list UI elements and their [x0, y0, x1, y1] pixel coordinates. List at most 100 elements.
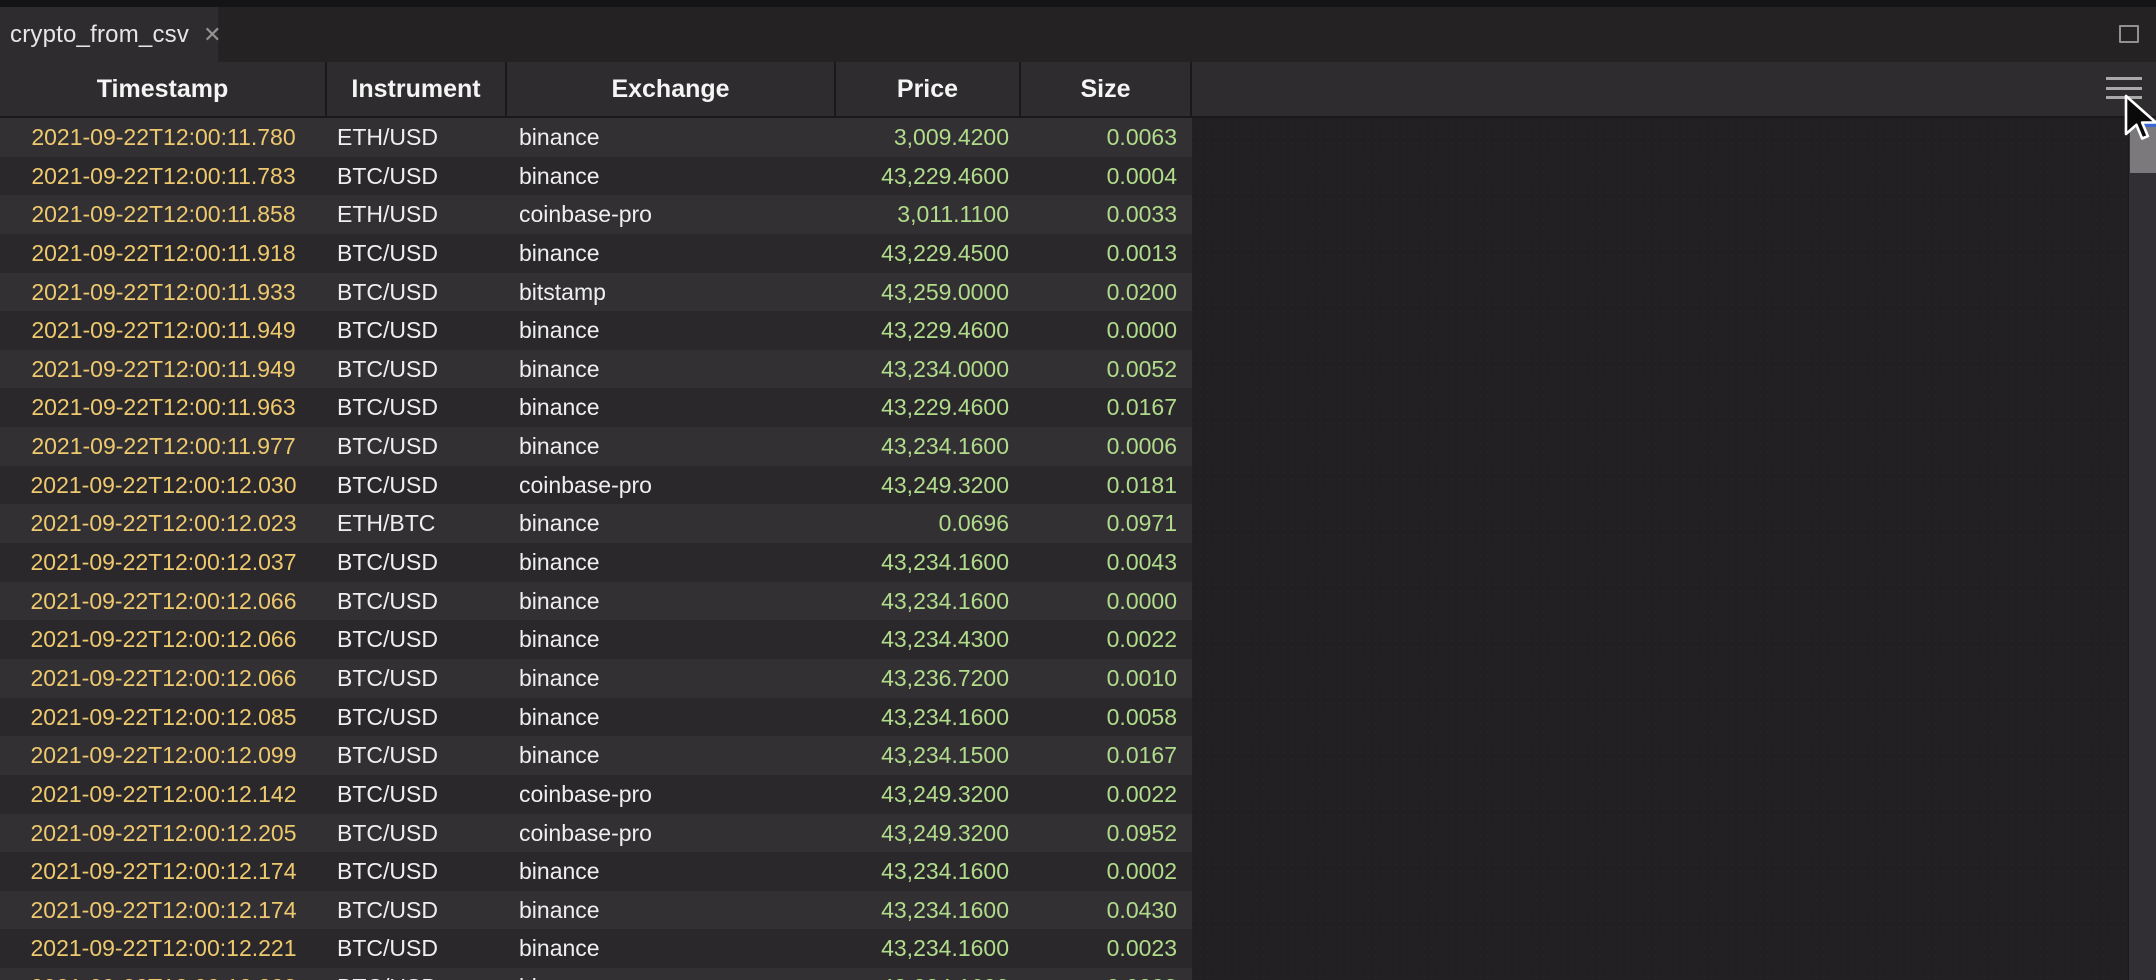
vertical-scrollbar[interactable] [2128, 118, 2156, 980]
cell-price: 43,229.4600 [836, 311, 1021, 350]
cell-timestamp: 2021-09-22T12:00:12.228 [0, 968, 327, 980]
cell-size: 0.0167 [1021, 388, 1192, 427]
cell-timestamp: 2021-09-22T12:00:12.066 [0, 582, 327, 621]
table-row[interactable]: 2021-09-22T12:00:11.949 BTC/USD binance … [0, 311, 1192, 350]
cell-timestamp: 2021-09-22T12:00:12.023 [0, 504, 327, 543]
cell-timestamp: 2021-09-22T12:00:12.085 [0, 698, 327, 737]
table-row[interactable]: 2021-09-22T12:00:12.030 BTC/USD coinbase… [0, 466, 1192, 505]
table-row[interactable]: 2021-09-22T12:00:12.228 BTC/USD binance … [0, 968, 1192, 980]
cell-instrument: BTC/USD [327, 273, 507, 312]
table-row[interactable]: 2021-09-22T12:00:11.963 BTC/USD binance … [0, 388, 1192, 427]
scroll-thumb[interactable] [2130, 127, 2156, 173]
cell-exchange: binance [507, 968, 836, 980]
cell-exchange: coinbase-pro [507, 195, 836, 234]
cell-exchange: binance [507, 929, 836, 968]
restore-box-icon[interactable] [2119, 25, 2139, 43]
cell-exchange: binance [507, 427, 836, 466]
cell-price: 43,249.3200 [836, 466, 1021, 505]
column-header-instrument[interactable]: Instrument [327, 62, 507, 116]
cell-price: 43,234.1600 [836, 582, 1021, 621]
cell-exchange: binance [507, 504, 836, 543]
cell-exchange: binance [507, 311, 836, 350]
cell-price: 3,009.4200 [836, 118, 1021, 157]
cell-exchange: binance [507, 388, 836, 427]
table-row[interactable]: 2021-09-22T12:00:12.205 BTC/USD coinbase… [0, 814, 1192, 853]
cell-timestamp: 2021-09-22T12:00:12.066 [0, 620, 327, 659]
table-row[interactable]: 2021-09-22T12:00:12.066 BTC/USD binance … [0, 620, 1192, 659]
cell-size: 0.0971 [1021, 504, 1192, 543]
cell-instrument: BTC/USD [327, 388, 507, 427]
cell-instrument: BTC/USD [327, 891, 507, 930]
cell-instrument: BTC/USD [327, 814, 507, 853]
cell-price: 43,234.1600 [836, 852, 1021, 891]
cell-size: 0.0167 [1021, 736, 1192, 775]
cell-instrument: BTC/USD [327, 234, 507, 273]
cell-timestamp: 2021-09-22T12:00:11.780 [0, 118, 327, 157]
cell-size: 0.0004 [1021, 157, 1192, 196]
table-row[interactable]: 2021-09-22T12:00:11.949 BTC/USD binance … [0, 350, 1192, 389]
cell-timestamp: 2021-09-22T12:00:12.030 [0, 466, 327, 505]
cell-exchange: coinbase-pro [507, 775, 836, 814]
cell-instrument: BTC/USD [327, 775, 507, 814]
cell-timestamp: 2021-09-22T12:00:11.933 [0, 273, 327, 312]
table-row[interactable]: 2021-09-22T12:00:12.142 BTC/USD coinbase… [0, 775, 1192, 814]
table-row[interactable]: 2021-09-22T12:00:12.174 BTC/USD binance … [0, 852, 1192, 891]
table-row[interactable]: 2021-09-22T12:00:11.780 ETH/USD binance … [0, 118, 1192, 157]
table-row[interactable]: 2021-09-22T12:00:12.174 BTC/USD binance … [0, 891, 1192, 930]
cell-exchange: binance [507, 350, 836, 389]
cell-price: 43,249.3200 [836, 814, 1021, 853]
cell-instrument: BTC/USD [327, 620, 507, 659]
cell-timestamp: 2021-09-22T12:00:12.099 [0, 736, 327, 775]
cell-price: 43,236.7200 [836, 659, 1021, 698]
cell-exchange: binance [507, 582, 836, 621]
cell-price: 43,234.1600 [836, 698, 1021, 737]
cell-timestamp: 2021-09-22T12:00:11.783 [0, 157, 327, 196]
cell-exchange: coinbase-pro [507, 814, 836, 853]
cell-exchange: binance [507, 543, 836, 582]
column-header-price[interactable]: Price [836, 62, 1021, 116]
table-row[interactable]: 2021-09-22T12:00:11.977 BTC/USD binance … [0, 427, 1192, 466]
table-row[interactable]: 2021-09-22T12:00:12.221 BTC/USD binance … [0, 929, 1192, 968]
tab-crypto-from-csv[interactable]: crypto_from_csv ✕ [0, 7, 218, 62]
cell-timestamp: 2021-09-22T12:00:12.037 [0, 543, 327, 582]
column-header-size[interactable]: Size [1021, 62, 1192, 116]
table-row[interactable]: 2021-09-22T12:00:11.783 BTC/USD binance … [0, 157, 1192, 196]
cell-size: 0.0052 [1021, 350, 1192, 389]
table-row[interactable]: 2021-09-22T12:00:11.918 BTC/USD binance … [0, 234, 1192, 273]
table-row[interactable]: 2021-09-22T12:00:12.023 ETH/BTC binance … [0, 504, 1192, 543]
cell-instrument: BTC/USD [327, 466, 507, 505]
cell-exchange: binance [507, 852, 836, 891]
table-row[interactable]: 2021-09-22T12:00:12.037 BTC/USD binance … [0, 543, 1192, 582]
column-header-timestamp[interactable]: Timestamp [0, 62, 327, 116]
cell-exchange: bitstamp [507, 273, 836, 312]
cell-instrument: BTC/USD [327, 350, 507, 389]
cell-price: 43,234.1600 [836, 968, 1021, 980]
cell-instrument: ETH/BTC [327, 504, 507, 543]
cell-instrument: BTC/USD [327, 852, 507, 891]
cell-exchange: coinbase-pro [507, 466, 836, 505]
cell-price: 43,234.1600 [836, 427, 1021, 466]
table-row[interactable]: 2021-09-22T12:00:12.099 BTC/USD binance … [0, 736, 1192, 775]
cell-timestamp: 2021-09-22T12:00:11.918 [0, 234, 327, 273]
table-row[interactable]: 2021-09-22T12:00:11.858 ETH/USD coinbase… [0, 195, 1192, 234]
cell-size: 0.0181 [1021, 466, 1192, 505]
tab-close-icon[interactable]: ✕ [203, 24, 221, 46]
tab-bar: crypto_from_csv ✕ [0, 7, 2156, 62]
table-row[interactable]: 2021-09-22T12:00:12.066 BTC/USD binance … [0, 582, 1192, 621]
table-row[interactable]: 2021-09-22T12:00:12.085 BTC/USD binance … [0, 698, 1192, 737]
cell-price: 43,234.1600 [836, 543, 1021, 582]
table-row[interactable]: 2021-09-22T12:00:11.933 BTC/USD bitstamp… [0, 273, 1192, 312]
cell-size: 0.0200 [1021, 273, 1192, 312]
cell-exchange: binance [507, 118, 836, 157]
menu-hamburger-icon[interactable] [2106, 77, 2142, 99]
table-row[interactable]: 2021-09-22T12:00:12.066 BTC/USD binance … [0, 659, 1192, 698]
cell-instrument: BTC/USD [327, 157, 507, 196]
cell-exchange: binance [507, 234, 836, 273]
cell-instrument: BTC/USD [327, 968, 507, 980]
cell-price: 43,249.3200 [836, 775, 1021, 814]
cell-price: 43,234.4300 [836, 620, 1021, 659]
cell-timestamp: 2021-09-22T12:00:12.142 [0, 775, 327, 814]
cell-size: 0.0000 [1021, 311, 1192, 350]
cell-price: 43,234.1500 [836, 736, 1021, 775]
column-header-exchange[interactable]: Exchange [507, 62, 836, 116]
